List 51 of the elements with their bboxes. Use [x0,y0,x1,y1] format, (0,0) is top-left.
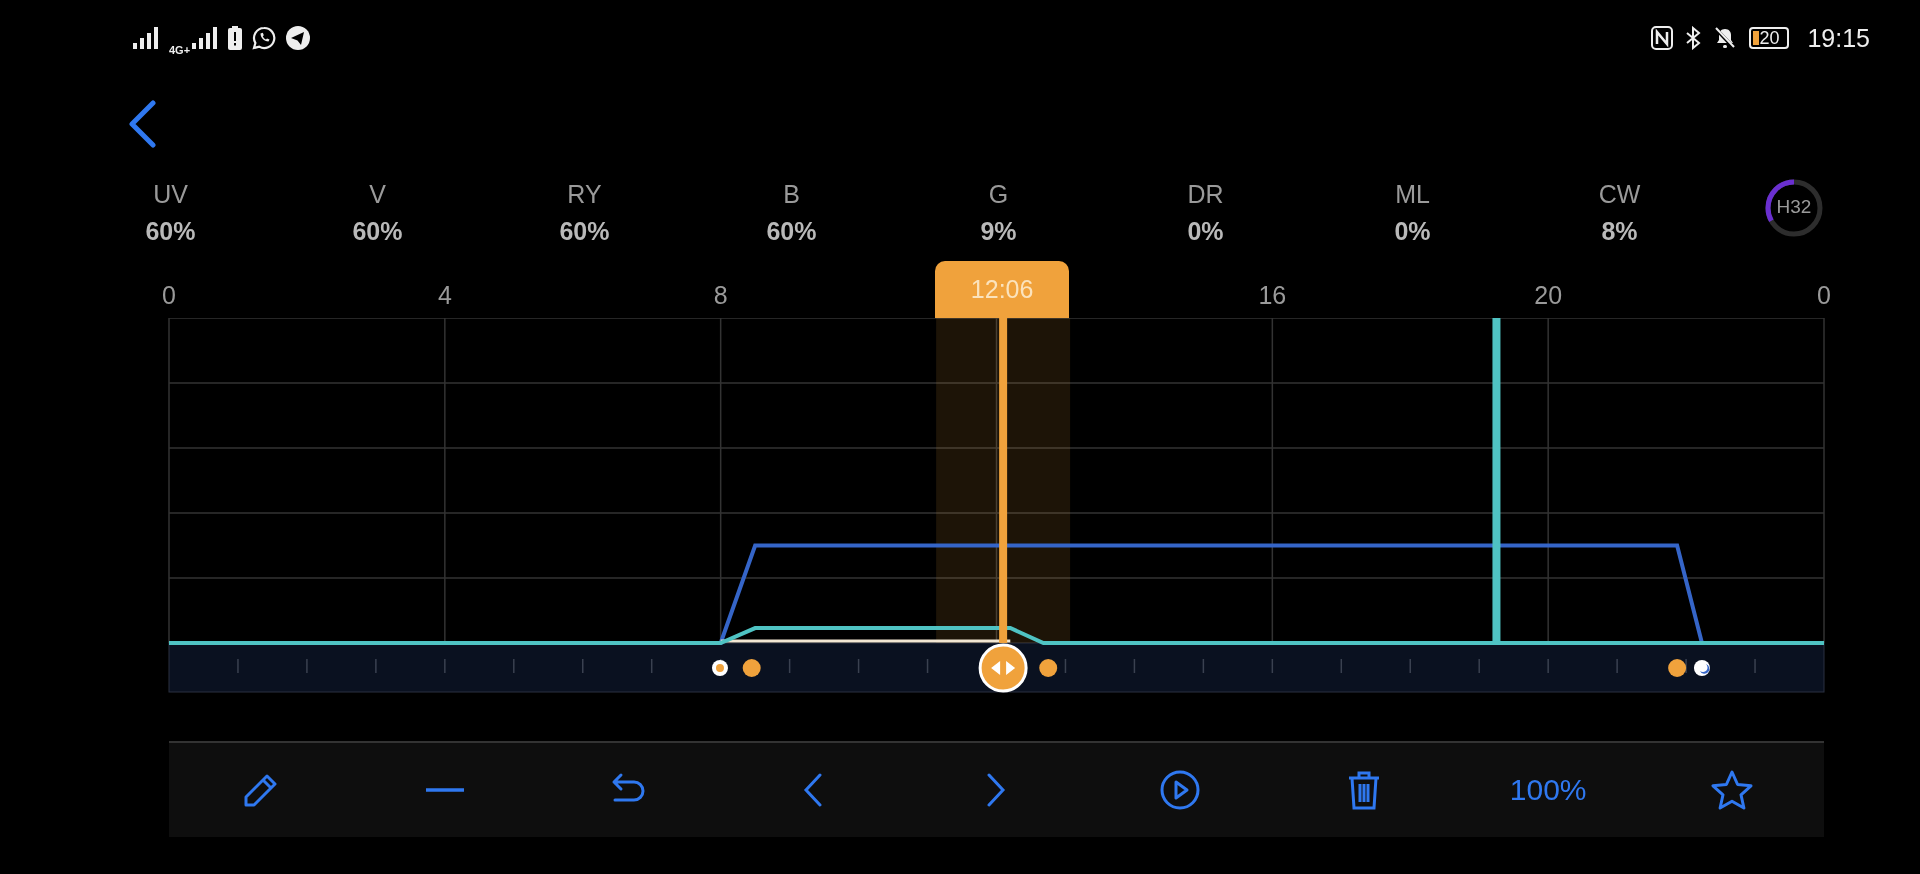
battery-level: 20 [1759,27,1780,49]
channel-value: 9% [980,217,1017,245]
chevron-right-icon [986,773,1007,807]
channel-value: 0% [1394,217,1431,245]
channel-name: RY [567,180,602,208]
bell-off-icon [1713,26,1738,50]
channel-value: 0% [1187,217,1224,245]
hour-label: 16 [1257,280,1288,310]
trash-icon [1347,770,1382,810]
moon-dot-icon[interactable] [1693,660,1710,676]
progress-ring [1765,179,1823,237]
channel-name: V [369,180,386,208]
battery-fill [1753,31,1760,45]
channel-name: ML [1395,180,1430,208]
time-tooltip: 12:06 [935,261,1070,318]
clock: 19:15 [1807,23,1870,53]
nfc-icon [1651,26,1674,50]
hour-label: 8 [712,280,729,310]
signal-icon [133,27,159,49]
signal-icon [192,27,219,49]
back-icon[interactable] [127,100,157,148]
channel-name: CW [1598,180,1641,208]
chevron-left-icon [802,773,823,807]
brightness-button[interactable]: 100% [1505,769,1591,811]
chat-bubble-icon [252,26,277,50]
channel-value: 60% [766,217,817,245]
channel-name: G [988,180,1009,208]
channel-value: 60% [145,217,196,245]
play-circle-icon [1160,770,1201,810]
sun-dot-icon[interactable] [712,660,728,676]
star-icon [1711,770,1754,810]
keyframe-dot[interactable] [1668,659,1687,677]
keyframe-dot[interactable] [742,659,761,677]
channel-value: 60% [352,217,403,245]
channel-value: 60% [559,217,610,245]
minus-icon [424,787,465,793]
bluetooth-icon [1685,26,1702,50]
channel-value: 8% [1601,217,1638,245]
keyframe-dot[interactable] [1039,659,1058,677]
network-type: 4G+ [169,44,191,56]
channel-name: B [783,180,800,208]
channel-name: DR [1187,180,1224,208]
paper-plane-icon [286,26,311,50]
hour-label: 0 [161,280,177,310]
ring-label: H32 [1775,196,1813,218]
battery-alert-icon [228,26,243,50]
hour-label: 0 [1816,280,1832,310]
channel-name: UV [153,180,188,208]
drag-handle[interactable] [978,643,1028,693]
hour-label: 20 [1533,280,1564,310]
hour-label: 4 [436,280,453,310]
